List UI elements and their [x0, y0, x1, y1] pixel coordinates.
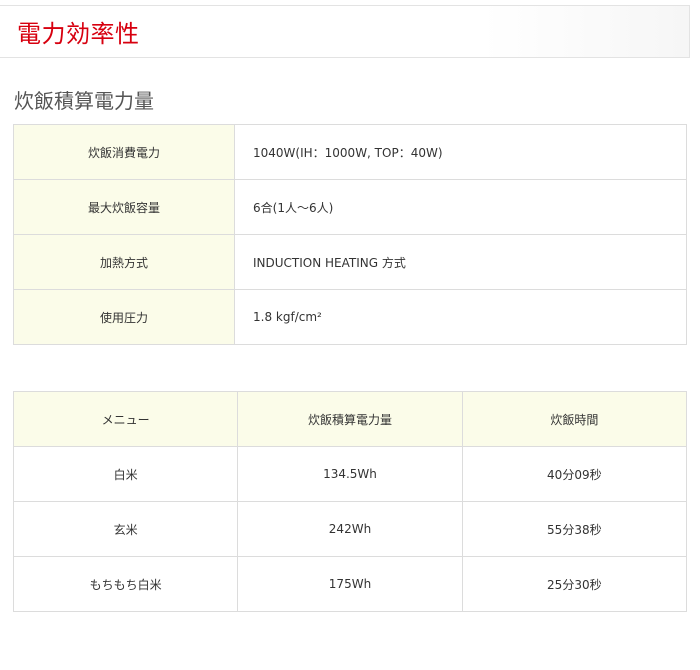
table-row: 使用圧力 1.8 kgf/cm² [13, 289, 687, 345]
spec-value: 6合(1人〜6人) [234, 179, 687, 235]
spec-label: 加熱方式 [13, 234, 235, 290]
spec-label: 最大炊飯容量 [13, 179, 235, 235]
time-cell: 25分30秒 [461, 556, 688, 612]
table-row: もちもち白米 175Wh 25分30秒 [12, 556, 688, 612]
spec-label: 炊飯消費電力 [13, 124, 235, 180]
time-cell: 40分09秒 [461, 446, 688, 502]
spec-value: INDUCTION HEATING 方式 [234, 234, 687, 290]
table-row: 最大炊飯容量 6合(1人〜6人) [13, 179, 687, 235]
page-title: 電力効率性 [17, 20, 140, 48]
section-title: 炊飯積算電力量 [14, 89, 154, 113]
table-header-row: メニュー 炊飯積算電力量 炊飯時間 [12, 391, 688, 447]
table-row: 玄米 242Wh 55分38秒 [12, 501, 688, 557]
table-row: 加熱方式 INDUCTION HEATING 方式 [13, 234, 687, 290]
column-header-power: 炊飯積算電力量 [237, 391, 463, 447]
header-banner: 電力効率性 [0, 5, 690, 58]
spec-value: 1.8 kgf/cm² [234, 289, 687, 345]
column-header-time: 炊飯時間 [461, 391, 688, 447]
spec-value: 1040W(IH：1000W, TOP：40W) [234, 124, 687, 180]
column-header-menu: メニュー [12, 391, 239, 447]
menu-cell: もちもち白米 [12, 556, 239, 612]
menu-cell: 玄米 [12, 501, 239, 557]
time-cell: 55分38秒 [461, 501, 688, 557]
spec-label: 使用圧力 [13, 289, 235, 345]
power-cell: 134.5Wh [237, 446, 463, 502]
spec-table: 炊飯消費電力 1040W(IH：1000W, TOP：40W) 最大炊飯容量 6… [13, 124, 687, 345]
power-cell: 175Wh [237, 556, 463, 612]
power-cell: 242Wh [237, 501, 463, 557]
table-row: 炊飯消費電力 1040W(IH：1000W, TOP：40W) [13, 124, 687, 180]
table-row: 白米 134.5Wh 40分09秒 [12, 446, 688, 502]
result-table: メニュー 炊飯積算電力量 炊飯時間 白米 134.5Wh 40分09秒 玄米 2… [12, 391, 688, 612]
menu-cell: 白米 [12, 446, 239, 502]
